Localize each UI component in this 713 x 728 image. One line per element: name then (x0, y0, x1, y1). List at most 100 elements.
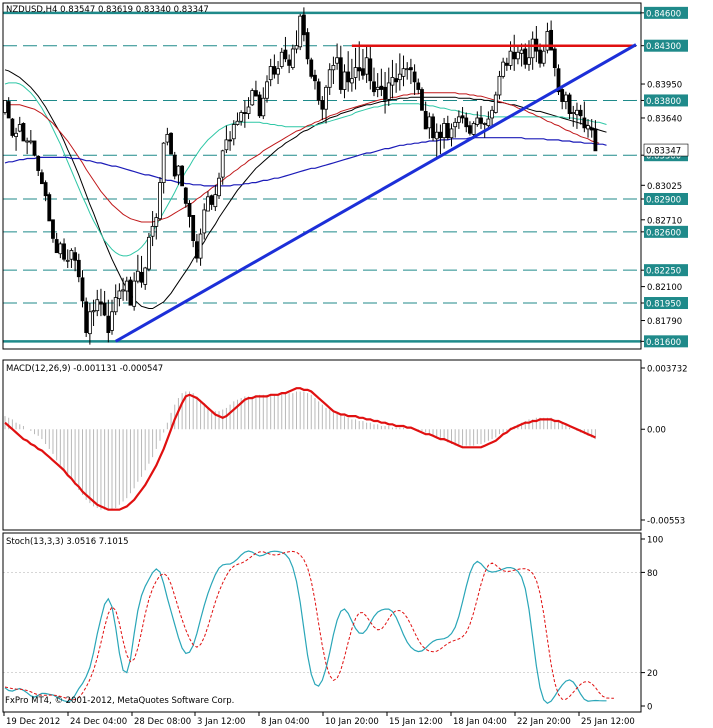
price-tick-label: 0.83640 (647, 114, 682, 124)
candle-body (213, 194, 218, 208)
candle-body (563, 94, 568, 102)
candle-body (124, 280, 129, 292)
candle-body (442, 123, 447, 139)
candle-body (316, 81, 321, 101)
price-tick-label: 0.81600 (646, 338, 681, 348)
candle-body (342, 71, 347, 90)
candle-body (28, 140, 33, 143)
candle-body (549, 29, 554, 51)
candle-body (246, 106, 251, 114)
candle-body (69, 250, 74, 260)
price-tick-label: 0.84600 (646, 9, 681, 19)
candle-body (235, 120, 240, 125)
candle-body (217, 177, 221, 197)
candle-body (493, 94, 498, 113)
candle-body (394, 78, 399, 83)
candle-body (65, 259, 70, 262)
candle-body (431, 116, 435, 139)
candle-body (143, 267, 148, 285)
candle-body (183, 187, 188, 204)
candle-body (165, 133, 170, 143)
candle-body (486, 118, 491, 127)
current-price-label: 0.83347 (646, 147, 681, 157)
candle-body (552, 48, 557, 69)
candle-body (390, 77, 395, 86)
stoch-label: Stoch(13,3,3) 3.0516 7.1015 (6, 537, 129, 547)
candle-body (6, 101, 11, 119)
time-label: 18 Jan 04:00 (453, 717, 507, 727)
candle-body (501, 61, 506, 77)
candle-body (327, 69, 332, 88)
candle-body (180, 165, 185, 187)
time-label: 19 Dec 2012 (6, 717, 60, 727)
symbol-header: NZDUSD,H4 0.83547 0.83619 0.83340 0.8334… (6, 5, 209, 15)
candle-body (449, 128, 454, 139)
candle-body (405, 68, 410, 71)
candle-body (523, 48, 528, 65)
candle-body (427, 116, 432, 129)
candle-body (32, 140, 37, 156)
candle-body (231, 124, 236, 140)
candle-body (73, 252, 78, 261)
candle-body (10, 118, 15, 136)
candle-body (320, 100, 325, 110)
price-tick-label: 0.82710 (647, 216, 682, 226)
candle-body (298, 15, 303, 48)
candle-body (150, 225, 155, 237)
macd-tick-label: 0.003732 (647, 365, 688, 375)
candle-body (36, 155, 41, 171)
candle-body (386, 82, 391, 100)
candle-body (372, 81, 376, 93)
candle-body (135, 270, 140, 282)
candle-body (420, 89, 424, 111)
candle-body (176, 165, 181, 176)
price-tick-label: 0.84300 (646, 42, 681, 52)
candle-body (154, 217, 159, 227)
candle-body (169, 132, 173, 155)
price-tick-label: 0.82250 (646, 267, 681, 277)
candle-body (106, 315, 111, 333)
candle-body (479, 117, 483, 124)
candle-body (575, 109, 579, 116)
candle-body (519, 49, 524, 54)
candle-body (508, 50, 513, 66)
candle-body (593, 128, 598, 152)
candle-body (224, 139, 229, 151)
stoch-tick-label: 80 (647, 569, 658, 579)
candle-body (239, 112, 244, 122)
candle-body (17, 124, 22, 132)
candle-body (51, 219, 55, 239)
candle-body (353, 67, 358, 78)
candle-body (76, 259, 81, 278)
candle-body (482, 123, 487, 125)
candle-body (58, 243, 63, 255)
candle-body (265, 81, 269, 99)
candle-body (331, 65, 336, 71)
macd-label: MACD(12,26,9) -0.001131 -0.000547 (6, 364, 163, 374)
macd-tick-label: 0.00 (647, 426, 666, 436)
stoch-tick-label: 0 (647, 703, 652, 713)
candle-body (194, 241, 199, 259)
candle-body (202, 209, 207, 234)
candle-body (490, 109, 494, 119)
time-label: 3 Jan 12:00 (197, 717, 245, 727)
candle-body (301, 14, 306, 36)
candle-body (305, 32, 310, 60)
candle-body (445, 123, 450, 139)
price-tick-label: 0.83950 (647, 81, 682, 91)
time-label: 10 Jan 20:00 (325, 717, 379, 727)
candle-body (379, 85, 384, 90)
watermark: FxPro MT4, © 2001-2012, MetaQuotes Softw… (5, 696, 234, 706)
candle-body (560, 89, 565, 102)
stoch-tick-label: 20 (647, 669, 658, 679)
candle-body (475, 117, 480, 125)
candle-body (43, 182, 48, 197)
candle-body (582, 117, 587, 129)
candle-body (206, 196, 210, 212)
candle-body (191, 215, 196, 242)
candle-body (324, 86, 328, 110)
candle-body (530, 38, 535, 59)
macd-tick-label: -0.00553 (647, 517, 685, 527)
candle-body (80, 277, 85, 302)
candle-body (113, 297, 118, 313)
